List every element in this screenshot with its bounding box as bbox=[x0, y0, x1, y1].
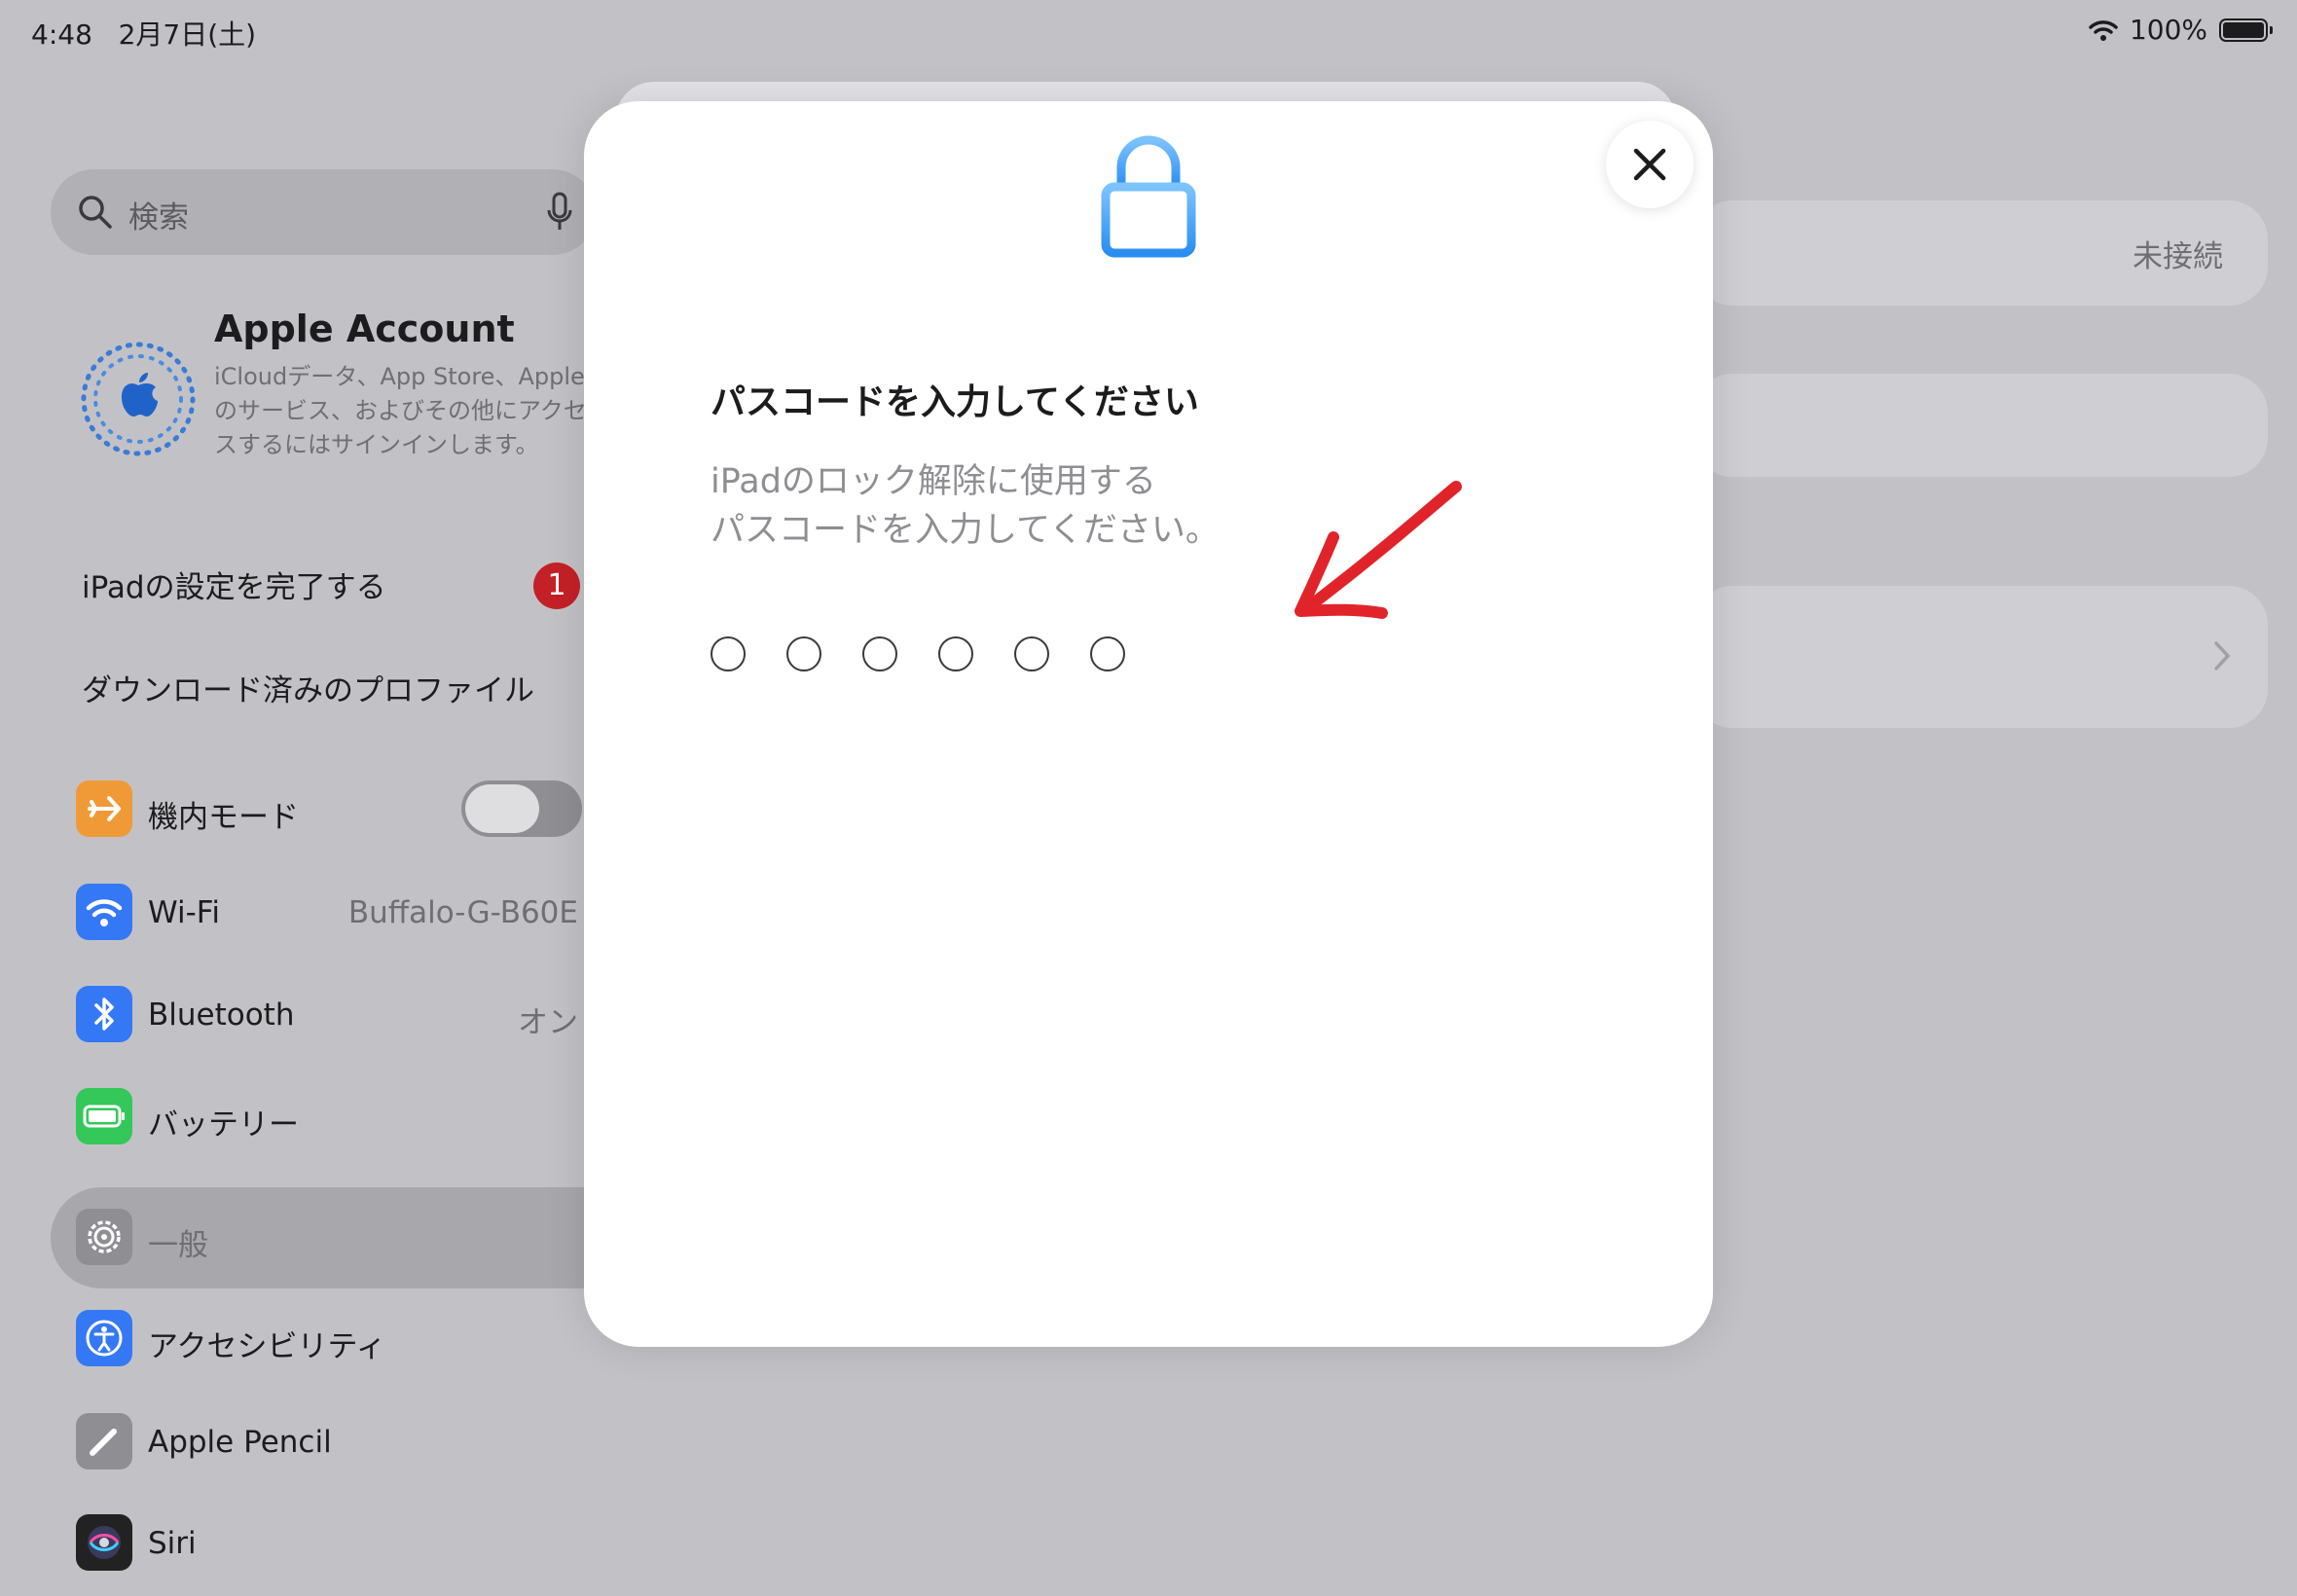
status-right: 100% bbox=[2089, 14, 2273, 46]
airplane-icon bbox=[76, 780, 132, 837]
sidebar-item-battery[interactable]: バッテリー bbox=[76, 1088, 602, 1146]
sidebar-item-label: Wi-Fi bbox=[148, 895, 220, 930]
passcode-modal: パスコードを入力してください iPadのロック解除に使用する パスコードを入力し… bbox=[584, 101, 1713, 1347]
pencil-icon bbox=[76, 1413, 132, 1469]
sidebar-item-label: Bluetooth bbox=[148, 998, 295, 1033]
date-text: 2月7日(土) bbox=[118, 18, 257, 51]
passcode-dot bbox=[1014, 636, 1049, 671]
account-title: Apple Account bbox=[214, 308, 515, 350]
wifi-status-icon bbox=[2089, 19, 2118, 41]
accessibility-icon bbox=[76, 1310, 132, 1366]
passcode-dot bbox=[862, 636, 897, 671]
sidebar-item-label: アクセシビリティ bbox=[148, 1329, 386, 1364]
detail-status-card: 未接続 bbox=[1694, 200, 2268, 306]
annotation-arrow-icon bbox=[1294, 481, 1462, 619]
passcode-dot bbox=[1090, 636, 1125, 671]
status-time: 4:48 2月7日(土) bbox=[31, 14, 256, 53]
sidebar-item-general[interactable]: 一般 bbox=[76, 1209, 602, 1267]
connection-status: 未接続 bbox=[2133, 239, 2223, 274]
search-icon bbox=[79, 196, 112, 229]
notification-badge: 1 bbox=[533, 562, 580, 609]
lock-icon bbox=[1101, 135, 1196, 258]
close-button[interactable] bbox=[1606, 121, 1694, 208]
sidebar-item-siri[interactable]: Siri bbox=[76, 1514, 602, 1573]
sidebar-item-label: 機内モード bbox=[148, 800, 299, 835]
battery-percent: 100% bbox=[2129, 14, 2207, 46]
passcode-dot bbox=[938, 636, 973, 671]
passcode-dot bbox=[711, 636, 746, 671]
account-description: iCloudデータ、App Store、Appleのサービス、およびその他にアク… bbox=[214, 363, 587, 458]
passcode-dot bbox=[786, 636, 821, 671]
downloaded-profile-item[interactable]: ダウンロード済みのプロファイル bbox=[82, 666, 534, 709]
detail-card-chevron bbox=[1694, 586, 2268, 728]
search-placeholder: 検索 bbox=[128, 200, 189, 236]
bluetooth-icon bbox=[76, 986, 132, 1042]
airplane-mode-toggle[interactable] bbox=[461, 780, 582, 837]
close-icon bbox=[1633, 148, 1666, 181]
status-bar: 4:48 2月7日(土) 100% bbox=[0, 0, 2297, 60]
toggle-knob bbox=[465, 784, 539, 833]
sidebar-item-label: Apple Pencil bbox=[148, 1425, 332, 1460]
battery-status-icon bbox=[2219, 18, 2273, 42]
gear-icon bbox=[76, 1209, 132, 1265]
wifi-network-name: Buffalo-G-B60E bbox=[347, 895, 578, 930]
sidebar-item-wifi[interactable]: Wi-Fi Buffalo-G-B60E bbox=[76, 884, 602, 942]
chevron-right-icon bbox=[2214, 641, 2231, 671]
sidebar-item-label: Siri bbox=[148, 1526, 197, 1561]
apple-account[interactable]: Apple Account iCloudデータ、App Store、Appleの… bbox=[78, 304, 603, 498]
sidebar-item-label: バッテリー bbox=[148, 1107, 299, 1143]
wifi-icon bbox=[76, 884, 132, 940]
apple-account-icon bbox=[81, 342, 196, 456]
microphone-icon[interactable] bbox=[545, 191, 574, 234]
sidebar-item-airplane-mode[interactable]: 機内モード bbox=[76, 780, 602, 839]
siri-icon bbox=[76, 1514, 132, 1571]
sidebar-item-bluetooth[interactable]: Bluetooth オン bbox=[76, 986, 602, 1044]
modal-title: パスコードを入力してください bbox=[711, 382, 1199, 422]
bluetooth-status: オン bbox=[518, 1005, 578, 1040]
setup-item[interactable]: iPadの設定を完了する bbox=[82, 562, 386, 606]
time-text: 4:48 bbox=[31, 18, 92, 51]
detail-card bbox=[1694, 374, 2268, 477]
sidebar-item-apple-pencil[interactable]: Apple Pencil bbox=[76, 1413, 602, 1471]
passcode-field[interactable] bbox=[711, 636, 1125, 671]
sidebar-item-label: 一般 bbox=[148, 1228, 208, 1263]
sidebar-item-accessibility[interactable]: アクセシビリティ bbox=[76, 1310, 602, 1368]
search-bar[interactable]: 検索 bbox=[51, 169, 596, 255]
battery-icon bbox=[76, 1088, 132, 1144]
